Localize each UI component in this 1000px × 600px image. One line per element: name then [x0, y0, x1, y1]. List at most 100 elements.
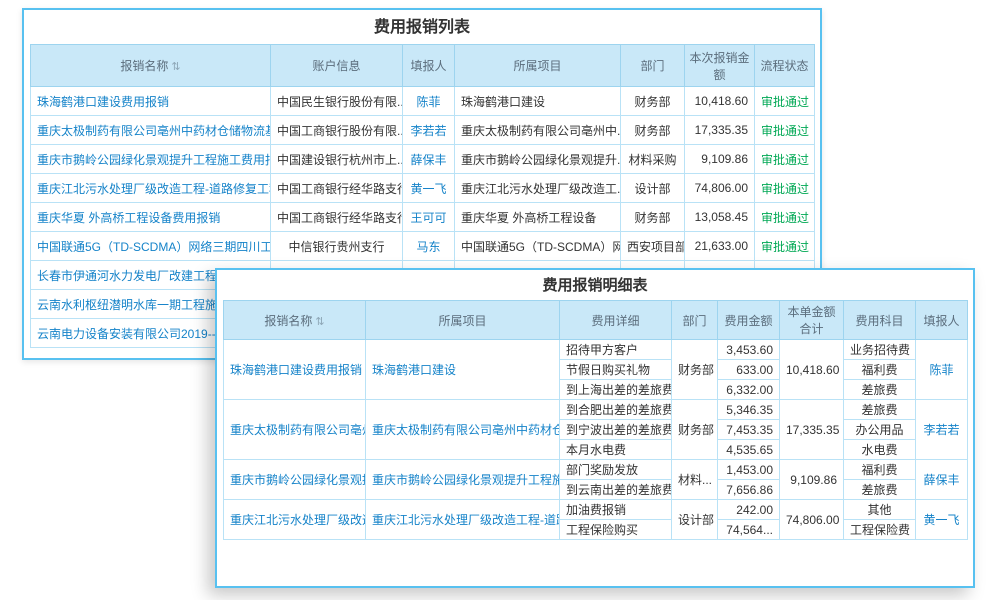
column-label: 部门: [682, 314, 706, 328]
project-link[interactable]: 重庆市鹅岭公园绿化景观提升...: [455, 145, 621, 174]
amount: 21,633.00: [685, 232, 755, 261]
department: 财务部: [672, 400, 718, 460]
status-link[interactable]: 审批通过: [755, 232, 815, 261]
expense-detail: 到上海出差的差旅费: [560, 380, 672, 400]
sort-icon[interactable]: ⇅: [315, 316, 324, 328]
expense-amount: 3,453.60: [718, 340, 780, 360]
list-column-header-4: 所属项目: [455, 45, 621, 87]
expense-category: 业务招待费: [844, 340, 916, 360]
column-label: 部门: [640, 59, 664, 73]
project-link[interactable]: 重庆市鹅岭公园绿化景观提升工程施工: [366, 460, 560, 500]
submitter-link[interactable]: 黄一飞: [916, 500, 968, 540]
detail-column-header-7: 费用科目: [844, 301, 916, 340]
column-label: 账户信息: [312, 59, 360, 73]
project-link[interactable]: 珠海鹤港口建设: [366, 340, 560, 400]
expense-category: 办公用品: [844, 420, 916, 440]
account-info: 中国工商银行经华路支行: [271, 174, 403, 203]
expense-amount: 633.00: [718, 360, 780, 380]
project-link[interactable]: 重庆太极制药有限公司亳州中药材仓储物流...: [366, 400, 560, 460]
amount: 74,806.00: [685, 174, 755, 203]
account-info: 中国民生银行股份有限...: [271, 87, 403, 116]
expense-category: 差旅费: [844, 380, 916, 400]
reimbursement-name-link[interactable]: 中国联通5G（TD-SCDMA）网络三期四川工程费...: [31, 232, 271, 261]
expense-category: 工程保险费: [844, 520, 916, 540]
submitter-link[interactable]: 马东: [403, 232, 455, 261]
expense-amount: 74,564...: [718, 520, 780, 540]
column-label: 报销名称: [264, 314, 312, 328]
list-column-header-6: 本次报销金额: [685, 45, 755, 87]
detail-table-row: 重庆市鹅岭公园绿化景观提升工...重庆市鹅岭公园绿化景观提升工程施工部门奖励发放…: [224, 460, 968, 480]
expense-amount: 7,453.35: [718, 420, 780, 440]
detail-table-row: 珠海鹤港口建设费用报销珠海鹤港口建设招待甲方客户财务部3,453.6010,41…: [224, 340, 968, 360]
submitter-link[interactable]: 薛保丰: [916, 460, 968, 500]
expense-category: 福利费: [844, 460, 916, 480]
submitter-link[interactable]: 李若若: [403, 116, 455, 145]
detail-table-row: 重庆江北污水处理厂级改造工程-...重庆江北污水处理厂级改造工程-道路修复工加油…: [224, 500, 968, 520]
status-link[interactable]: 审批通过: [755, 87, 815, 116]
department: 财务部: [672, 340, 718, 400]
expense-detail-panel: 费用报销明细表 报销名称⇅所属项目费用详细部门费用金额本单金额合计费用科目填报人…: [215, 268, 975, 588]
detail-column-header-5: 费用金额: [718, 301, 780, 340]
list-column-header-1[interactable]: 报销名称⇅: [31, 45, 271, 87]
list-table-row: 中国联通5G（TD-SCDMA）网络三期四川工程费...中信银行贵州支行马东中国…: [31, 232, 815, 261]
list-table-row: 重庆华夏 外高桥工程设备费用报销中国工商银行经华路支行王可可重庆华夏 外高桥工程…: [31, 203, 815, 232]
status-link[interactable]: 审批通过: [755, 174, 815, 203]
column-label: 费用金额: [724, 314, 772, 328]
reimbursement-name-link[interactable]: 重庆江北污水处理厂级改造工程-...: [224, 500, 366, 540]
department: 财务部: [621, 203, 685, 232]
sort-icon[interactable]: ⇅: [171, 61, 180, 73]
amount: 17,335.35: [685, 116, 755, 145]
list-column-header-2: 账户信息: [271, 45, 403, 87]
submitter-link[interactable]: 陈菲: [403, 87, 455, 116]
expense-category: 差旅费: [844, 480, 916, 500]
expense-amount: 1,453.00: [718, 460, 780, 480]
column-label: 所属项目: [438, 314, 486, 328]
reimbursement-name-link[interactable]: 重庆太极制药有限公司亳州中药材仓储物流基地项...: [31, 116, 271, 145]
expense-detail-table: 报销名称⇅所属项目费用详细部门费用金额本单金额合计费用科目填报人 珠海鹤港口建设…: [223, 300, 968, 540]
submitter-link[interactable]: 王可可: [403, 203, 455, 232]
column-label: 流程状态: [760, 59, 808, 73]
reimbursement-name-link[interactable]: 重庆华夏 外高桥工程设备费用报销: [31, 203, 271, 232]
department: 财务部: [621, 116, 685, 145]
submitter-link[interactable]: 陈菲: [916, 340, 968, 400]
expense-detail: 到合肥出差的差旅费: [560, 400, 672, 420]
list-column-header-7: 流程状态: [755, 45, 815, 87]
column-label: 费用详细: [591, 314, 639, 328]
column-label: 费用科目: [855, 314, 903, 328]
reimbursement-name-link[interactable]: 重庆市鹅岭公园绿化景观提升工程施工费用报销: [31, 145, 271, 174]
project-link[interactable]: 珠海鹤港口建设: [455, 87, 621, 116]
expense-detail: 工程保险购买: [560, 520, 672, 540]
submitter-link[interactable]: 黄一飞: [403, 174, 455, 203]
list-column-header-3: 填报人: [403, 45, 455, 87]
detail-column-header-1[interactable]: 报销名称⇅: [224, 301, 366, 340]
status-link[interactable]: 审批通过: [755, 145, 815, 174]
detail-column-header-6: 本单金额合计: [780, 301, 844, 340]
reimbursement-name-link[interactable]: 珠海鹤港口建设费用报销: [224, 340, 366, 400]
status-link[interactable]: 审批通过: [755, 203, 815, 232]
column-label: 填报人: [410, 59, 446, 73]
project-link[interactable]: 重庆江北污水处理厂级改造工...: [455, 174, 621, 203]
column-label: 本单金额合计: [787, 305, 835, 336]
list-column-header-5: 部门: [621, 45, 685, 87]
reimbursement-name-link[interactable]: 重庆太极制药有限公司亳州中药材...: [224, 400, 366, 460]
department: 设计部: [672, 500, 718, 540]
project-link[interactable]: 重庆太极制药有限公司亳州中...: [455, 116, 621, 145]
total-amount: 74,806.00: [780, 500, 844, 540]
submitter-link[interactable]: 李若若: [916, 400, 968, 460]
expense-detail: 节假日购买礼物: [560, 360, 672, 380]
project-link[interactable]: 重庆江北污水处理厂级改造工程-道路修复工: [366, 500, 560, 540]
project-link[interactable]: 重庆华夏 外高桥工程设备: [455, 203, 621, 232]
expense-category: 水电费: [844, 440, 916, 460]
submitter-link[interactable]: 薛保丰: [403, 145, 455, 174]
status-link[interactable]: 审批通过: [755, 116, 815, 145]
total-amount: 17,335.35: [780, 400, 844, 460]
reimbursement-name-link[interactable]: 珠海鹤港口建设费用报销: [31, 87, 271, 116]
list-table-row: 重庆太极制药有限公司亳州中药材仓储物流基地项...中国工商银行股份有限...李若…: [31, 116, 815, 145]
project-link[interactable]: 中国联通5G（TD-SCDMA）网...: [455, 232, 621, 261]
reimbursement-name-link[interactable]: 重庆市鹅岭公园绿化景观提升工...: [224, 460, 366, 500]
expense-detail: 部门奖励发放: [560, 460, 672, 480]
reimbursement-name-link[interactable]: 重庆江北污水处理厂级改造工程-道路修复工程费用...: [31, 174, 271, 203]
expense-category: 差旅费: [844, 400, 916, 420]
total-amount: 9,109.86: [780, 460, 844, 500]
department: 设计部: [621, 174, 685, 203]
